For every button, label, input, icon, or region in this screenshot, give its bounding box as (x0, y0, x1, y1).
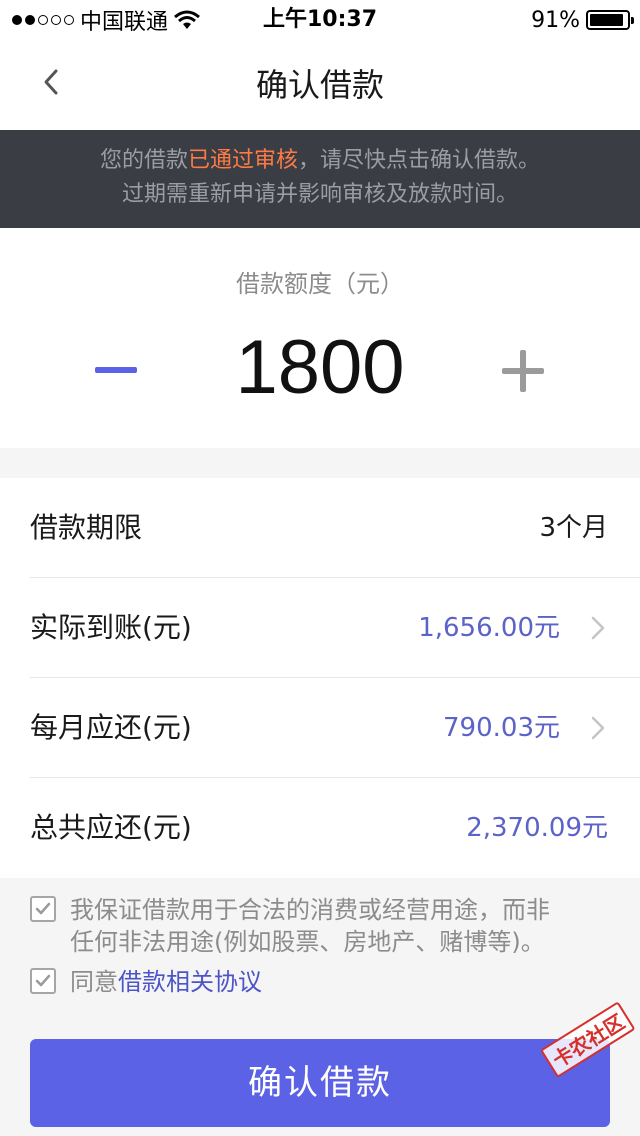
loan-term-row: 借款期限 3个月 (30, 478, 640, 578)
agreement-checkbox[interactable] (30, 968, 56, 994)
agree-prefix: 同意 (70, 968, 118, 996)
row-label: 借款期限 (30, 511, 143, 544)
watermark-stamp: 卡农社区 (540, 1001, 636, 1078)
nav-bar: 确认借款 (0, 40, 640, 130)
notice-text: 您的借款 (99, 148, 188, 173)
page-title: 确认借款 (255, 66, 384, 104)
row-value: 2,370.09元 (466, 813, 608, 843)
carrier-name: 中国联通 (80, 10, 169, 35)
battery-fill (590, 14, 623, 26)
row-label: 总共应还(元) (30, 811, 192, 844)
row-value: 1,656.00元 (418, 613, 560, 643)
total-repayment-row: 总共应还(元) 2,370.09元 (30, 778, 640, 878)
approval-notice: 您的借款已通过审核，请尽快点击确认借款。 过期需重新申请并影响审核及放款时间。 (0, 130, 640, 228)
row-label: 每月应还(元) (30, 711, 192, 744)
agreement-text: 同意借款相关协议 (70, 966, 610, 998)
status-bar: 中国联通 上午10:37 91% (0, 0, 640, 40)
loan-agreement-link[interactable]: 借款相关协议 (118, 968, 262, 996)
row-value: 790.03元 (443, 713, 560, 743)
amount-label: 借款额度（元） (236, 270, 404, 298)
battery-icon (586, 10, 634, 30)
signal-strength-icon (12, 15, 74, 25)
notice-line-1: 您的借款已通过审核，请尽快点击确认借款。 (0, 144, 640, 178)
guarantee-checkbox[interactable] (30, 896, 56, 922)
notice-line-2: 过期需重新申请并影响审核及放款时间。 (121, 182, 518, 207)
watermark-logo: 卡农社区 (536, 1001, 636, 1124)
battery-percent: 91% (531, 7, 580, 33)
actual-received-row[interactable]: 实际到账(元) 1,656.00元 (30, 578, 640, 678)
guarantee-text: 我保证借款用于合法的消费或经营用途，而非 任何非法用途(例如股票、房地产、赌博等… (70, 894, 610, 958)
row-label: 实际到账(元) (30, 611, 192, 644)
status-left: 中国联通 (12, 6, 200, 35)
chevron-right-icon (591, 616, 605, 640)
guarantee-line-1: 我保证借款用于合法的消费或经营用途，而非 (70, 896, 550, 924)
back-arrow-icon[interactable] (36, 66, 68, 98)
chevron-right-icon (591, 716, 605, 740)
confirm-loan-button[interactable]: 确认借款 (30, 1039, 610, 1127)
checkmark-icon (35, 974, 51, 987)
wifi-icon (174, 10, 200, 29)
increase-amount-button[interactable] (496, 344, 550, 398)
checkmark-icon (35, 902, 51, 915)
loan-detail-list: 借款期限 3个月 实际到账(元) 1,656.00元 每月应还(元) 790.0… (0, 478, 640, 878)
loan-amount-section: 借款额度（元） 1800 (0, 228, 640, 448)
status-right: 91% (531, 6, 634, 34)
loan-agreement[interactable]: 同意借款相关协议 (30, 966, 610, 998)
notice-highlight: 已通过审核 (187, 148, 298, 173)
guarantee-agreement[interactable]: 我保证借款用于合法的消费或经营用途，而非 任何非法用途(例如股票、房地产、赌博等… (30, 894, 610, 958)
row-value: 3个月 (539, 513, 608, 543)
notice-text: ，请尽快点击确认借款。 (298, 148, 541, 173)
monthly-repayment-row[interactable]: 每月应还(元) 790.03元 (30, 678, 640, 778)
guarantee-line-2: 任何非法用途(例如股票、房地产、赌博等)。 (70, 928, 545, 956)
